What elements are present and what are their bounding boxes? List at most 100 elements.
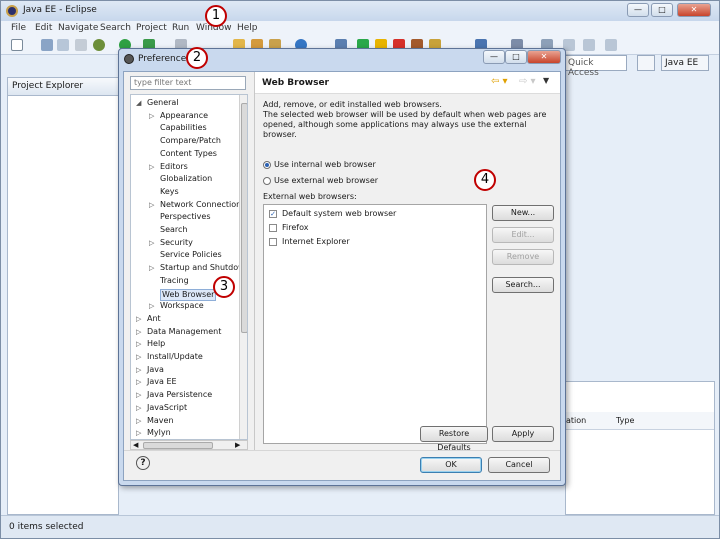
column-location[interactable]: ation: [566, 416, 586, 425]
menu-edit[interactable]: Edit: [35, 23, 52, 33]
tree-item[interactable]: Maven: [147, 416, 174, 428]
ok-button[interactable]: OK: [420, 457, 482, 473]
tree-expand-icon[interactable]: ▷: [136, 340, 141, 348]
search-button[interactable]: Search...: [492, 277, 554, 293]
menu-navigate[interactable]: Navigate: [58, 23, 98, 33]
radio-unselected-icon[interactable]: [263, 176, 271, 185]
column-type[interactable]: Type: [616, 416, 634, 425]
edit-button[interactable]: Edit...: [492, 227, 554, 243]
tree-item[interactable]: Content Types: [160, 149, 217, 161]
tree-item[interactable]: Workspace: [160, 301, 204, 313]
tree-item[interactable]: Tracing: [160, 276, 189, 288]
tree-scroll-thumb[interactable]: [241, 103, 247, 333]
restore-defaults-button[interactable]: Restore Defaults: [420, 426, 488, 452]
tree-item[interactable]: Ant: [147, 314, 161, 326]
tree-hscroll-thumb[interactable]: [143, 442, 213, 449]
dialog-maximize-button[interactable]: □: [505, 50, 527, 64]
tree-item[interactable]: Appearance: [160, 111, 208, 123]
menu-file[interactable]: File: [11, 23, 26, 33]
status-text: 0 items selected: [9, 522, 84, 532]
checkbox-icon[interactable]: [269, 223, 277, 232]
tree-item[interactable]: Keys: [160, 187, 179, 199]
checkbox-checked-icon[interactable]: ✓: [269, 209, 277, 218]
radio-external-browser[interactable]: Use external web browser: [263, 176, 378, 185]
remove-button[interactable]: Remove: [492, 249, 554, 265]
callout-3: 3: [213, 276, 235, 298]
checkbox-icon[interactable]: [269, 237, 277, 246]
tree-item[interactable]: Service Policies: [160, 250, 222, 262]
tree-item[interactable]: Install/Update: [147, 352, 203, 364]
tree-item[interactable]: Perspectives: [160, 212, 211, 224]
tree-item[interactable]: Globalization: [160, 174, 212, 186]
tree-expand-icon[interactable]: ▷: [149, 302, 154, 310]
open-perspective-icon[interactable]: [637, 55, 655, 71]
tree-item[interactable]: Java Persistence: [147, 390, 212, 402]
tree-item[interactable]: Editors: [160, 162, 188, 174]
apply-button[interactable]: Apply: [492, 426, 554, 442]
tree-expand-icon[interactable]: ▷: [136, 391, 141, 399]
tree-item[interactable]: Search: [160, 225, 187, 237]
dialog-minimize-button[interactable]: —: [483, 50, 505, 64]
tree-expand-icon[interactable]: ▷: [149, 112, 154, 120]
tree-expand-icon[interactable]: ◢: [136, 99, 141, 107]
save-icon[interactable]: [41, 39, 53, 51]
menu-run[interactable]: Run: [172, 23, 189, 33]
print-icon[interactable]: [75, 39, 87, 51]
tree-expand-icon[interactable]: ▷: [136, 417, 141, 425]
tree-expand-icon[interactable]: ▷: [136, 353, 141, 361]
tree-expand-icon[interactable]: ▷: [136, 315, 141, 323]
tree-vertical-scrollbar[interactable]: [239, 95, 247, 439]
tree-expand-icon[interactable]: ▷: [149, 201, 154, 209]
tree-item[interactable]: Data Management: [147, 327, 221, 339]
browser-item-default[interactable]: ✓ Default system web browser: [269, 209, 396, 218]
cancel-button[interactable]: Cancel: [488, 457, 550, 473]
tree-expand-icon[interactable]: ▷: [136, 429, 141, 437]
radio-selected-icon[interactable]: [263, 160, 271, 169]
tree-item[interactable]: Capabilities: [160, 123, 207, 135]
save-all-icon[interactable]: [57, 39, 69, 51]
tree-item[interactable]: General: [147, 98, 179, 110]
menu-project[interactable]: Project: [136, 23, 167, 33]
filter-input[interactable]: type filter text: [130, 76, 246, 90]
radio-internal-browser[interactable]: Use internal web browser: [263, 160, 376, 169]
tree-item[interactable]: Network Connection: [160, 200, 241, 212]
close-button[interactable]: ✕: [677, 3, 711, 17]
new-file-icon[interactable]: [11, 39, 23, 51]
forward-nav-icon[interactable]: [583, 39, 595, 51]
tree-item[interactable]: Security: [160, 238, 193, 250]
radio-external-label: Use external web browser: [274, 176, 379, 185]
help-icon[interactable]: ?: [136, 456, 150, 470]
perspective-java-ee[interactable]: Java EE: [661, 55, 709, 71]
tree-item[interactable]: Compare/Patch: [160, 136, 221, 148]
debug-icon[interactable]: [93, 39, 105, 51]
tree-item[interactable]: Startup and Shutdown: [160, 263, 247, 275]
dialog-close-button[interactable]: ✕: [527, 50, 561, 64]
tree-horizontal-scrollbar[interactable]: ◀ ▶: [130, 440, 248, 450]
tree-expand-icon[interactable]: ▷: [136, 366, 141, 374]
new-button[interactable]: New...: [492, 205, 554, 221]
tree-item[interactable]: Mylyn: [147, 428, 171, 439]
quick-access-input[interactable]: Quick Access: [563, 55, 627, 78]
next-edit-icon[interactable]: [605, 39, 617, 51]
forward-arrow-icon[interactable]: ⇨ ▾: [519, 76, 536, 87]
tree-expand-icon[interactable]: ▷: [136, 328, 141, 336]
browser-item-ie[interactable]: Internet Explorer: [269, 237, 350, 246]
tree-expand-icon[interactable]: ▷: [136, 404, 141, 412]
tree-item[interactable]: Java EE: [147, 377, 177, 389]
maximize-button[interactable]: □: [651, 3, 673, 17]
view-menu-icon[interactable]: ▼: [543, 76, 549, 85]
tree-item[interactable]: Help: [147, 339, 165, 351]
project-explorer-tab[interactable]: Project Explorer: [8, 78, 118, 96]
tree-expand-icon[interactable]: ▷: [149, 163, 154, 171]
browser-item-firefox[interactable]: Firefox: [269, 223, 308, 232]
tree-item[interactable]: JavaScript: [147, 403, 187, 415]
minimize-button[interactable]: —: [627, 3, 649, 17]
tree-expand-icon[interactable]: ▷: [136, 378, 141, 386]
menu-search[interactable]: Search: [100, 23, 131, 33]
tree-item[interactable]: Web Browser: [160, 288, 217, 301]
tree-item[interactable]: Java: [147, 365, 164, 377]
tree-expand-icon[interactable]: ▷: [149, 264, 154, 272]
back-arrow-icon[interactable]: ⇦ ▾: [491, 76, 508, 87]
tree-expand-icon[interactable]: ▷: [149, 239, 154, 247]
menu-help[interactable]: Help: [237, 23, 258, 33]
